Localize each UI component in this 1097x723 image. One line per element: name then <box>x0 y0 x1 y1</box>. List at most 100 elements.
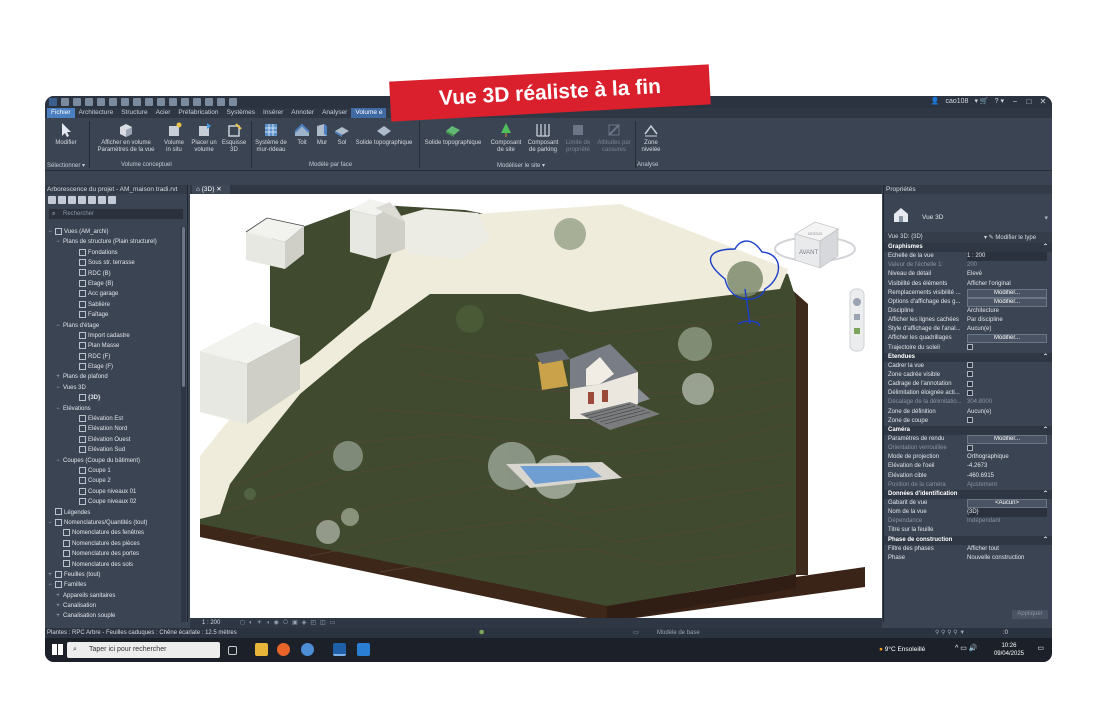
save-icon[interactable] <box>73 98 81 106</box>
roof-button[interactable]: Toit <box>293 122 311 147</box>
tree-item[interactable]: RDC (B) <box>45 269 181 279</box>
groups-icon[interactable] <box>98 196 106 204</box>
cart-icon[interactable]: ▾ 🛒 <box>974 97 988 105</box>
edit-type-button[interactable]: ▾ ✎ Modifier le type <box>984 234 1036 241</box>
viewcube-top[interactable]: DESSUS <box>808 232 823 236</box>
tab-1[interactable]: Architecture <box>75 108 118 118</box>
tree-item[interactable]: Légendes <box>45 508 181 518</box>
tab-0[interactable]: Fichier <box>47 108 75 118</box>
tab-3[interactable]: Acier <box>152 108 175 118</box>
tab-5[interactable]: Systèmes <box>223 108 260 118</box>
tree-item[interactable]: Nomenclature des sols <box>45 560 181 570</box>
panel-select[interactable]: Sélectionner ▾ <box>47 162 85 169</box>
property-section-header[interactable]: Données d'identification ⌃ <box>884 489 1052 499</box>
maximize-button[interactable]: □ <box>1022 96 1036 108</box>
close-button[interactable]: ✕ <box>1036 96 1050 108</box>
property-checkbox[interactable] <box>967 343 1047 353</box>
tree-item[interactable]: − Vues 3D <box>45 383 181 393</box>
expand-toggle-icon[interactable]: − <box>55 383 61 393</box>
3d-view-icon[interactable] <box>181 98 189 106</box>
browser-search-input[interactable]: ⌕ Rechercher <box>49 209 183 219</box>
expand-toggle-icon[interactable]: − <box>55 237 61 247</box>
tree-item[interactable]: Elévation Ouest <box>45 435 181 445</box>
edit-button[interactable]: Modifier... <box>967 297 1047 307</box>
user-area[interactable]: 👤 cao108 ▾ 🛒 ? ▾ <box>931 97 1004 106</box>
tab-8[interactable]: Analyser <box>318 108 351 118</box>
tree-item[interactable]: − Elévations <box>45 404 181 414</box>
expand-toggle-icon[interactable]: + <box>55 591 61 601</box>
viewcube-front[interactable]: AVANT <box>799 250 818 256</box>
tree-item[interactable]: Plan Masse <box>45 341 181 351</box>
property-checkbox[interactable] <box>967 362 1047 371</box>
collapse-icon[interactable]: ⌃ <box>1043 536 1048 545</box>
tree-item[interactable]: Sous str. terrasse <box>45 258 181 268</box>
weather-widget[interactable]: ● 9°C Ensoleillé <box>879 642 925 658</box>
app-logo-icon[interactable] <box>49 98 57 106</box>
measure-icon[interactable] <box>133 98 141 106</box>
property-checkbox[interactable] <box>967 444 1047 453</box>
tab-6[interactable]: Insérer <box>259 108 287 118</box>
tree-item[interactable]: Coupe niveaux 01 <box>45 487 181 497</box>
tree-item[interactable]: Etage (F) <box>45 362 181 372</box>
floor-button[interactable]: Sol <box>333 122 351 147</box>
parking-component-button[interactable]: Composant de parking <box>525 122 561 154</box>
file-explorer-icon[interactable] <box>255 643 268 656</box>
place-mass-button[interactable]: Placer un volume <box>189 122 219 154</box>
revit-taskbar-icon[interactable] <box>333 643 346 656</box>
collapse-icon[interactable]: ⌃ <box>1043 353 1048 362</box>
tab-4[interactable]: Préfabrication <box>174 108 222 118</box>
firefox-icon[interactable] <box>277 643 290 656</box>
checkbox-icon[interactable] <box>967 380 973 387</box>
collapse-icon[interactable]: ⌃ <box>1043 426 1048 435</box>
families-icon[interactable] <box>88 196 96 204</box>
tree-item[interactable]: − Nomenclatures/Quantités (tout) <box>45 518 181 528</box>
tab-7[interactable]: Annoter <box>287 108 318 118</box>
text-icon[interactable] <box>169 98 177 106</box>
tree-item[interactable]: Elévation Sud <box>45 445 181 455</box>
property-line-button[interactable]: Limite de propriété <box>563 122 593 154</box>
wall-button[interactable]: Mur <box>313 122 331 147</box>
tree-item[interactable]: Elévation Nord <box>45 424 181 434</box>
property-checkbox[interactable] <box>967 380 1047 389</box>
instance-selector[interactable]: Vue 3D: {3D} ▾ ✎ Modifier le type <box>884 232 1052 243</box>
expand-toggle-icon[interactable]: − <box>55 456 61 466</box>
edit-button[interactable]: Modifier... <box>967 334 1047 344</box>
tree-item[interactable]: + Feuilles (tout) <box>45 570 181 580</box>
open-icon[interactable] <box>61 98 69 106</box>
property-value[interactable]: {3D} <box>967 508 1047 518</box>
tab-3d-view[interactable]: ⌂ {3D} ✕ <box>192 185 230 194</box>
tree-item[interactable]: Nomenclature des portes <box>45 549 181 559</box>
inplace-mass-button[interactable]: Volume in situ <box>161 122 187 154</box>
tree-item[interactable]: Acc garage <box>45 289 181 299</box>
checkbox-icon[interactable] <box>967 417 973 424</box>
thin-lines-icon[interactable] <box>205 98 213 106</box>
tree-item[interactable]: Etage (B) <box>45 279 181 289</box>
task-view-icon[interactable] <box>228 646 237 655</box>
minimize-button[interactable]: − <box>1008 96 1022 108</box>
property-checkbox[interactable] <box>967 389 1047 398</box>
tree-item[interactable]: RDC (F) <box>45 352 181 362</box>
modify-button[interactable]: Modifier <box>51 122 81 147</box>
design-option-icon[interactable]: ▭ <box>633 628 639 638</box>
property-section-header[interactable]: Graphismes ⌃ <box>884 243 1052 253</box>
tab-9[interactable]: Volume e <box>351 108 387 118</box>
site-component-button[interactable]: Composant de site <box>489 122 523 154</box>
navigation-bar[interactable] <box>849 288 865 352</box>
sync-icon[interactable] <box>85 98 93 106</box>
selection-icons[interactable]: ⚲ ⚲ ⚲ ⚲ ▼ <box>935 628 965 638</box>
tray-icons[interactable]: ^ ▭ 🔊 <box>955 644 978 652</box>
section-icon[interactable] <box>193 98 201 106</box>
notifications-icon[interactable]: ▭ <box>1037 644 1044 652</box>
dimension-icon[interactable] <box>145 98 153 106</box>
undo-icon[interactable] <box>97 98 105 106</box>
property-section-header[interactable]: Phase de construction ⌃ <box>884 535 1052 545</box>
curtain-system-button[interactable]: Système de mur-rideau <box>253 122 289 154</box>
property-section-header[interactable]: Etendues ⌃ <box>884 352 1052 362</box>
edit-button[interactable]: Modifier... <box>967 434 1047 444</box>
expand-toggle-icon[interactable]: + <box>55 601 61 611</box>
view-controls-icons[interactable]: ◻◐☀◑◉⎔▣◈◰◫▭ <box>240 618 339 628</box>
show-mass-button[interactable]: Afficher en volume Paramètres de la vue <box>95 122 157 154</box>
viewcube[interactable]: AVANT DESSUS <box>774 221 856 269</box>
workset-icon[interactable]: ⬢ <box>479 628 484 638</box>
windows-start-icon[interactable] <box>52 644 63 655</box>
